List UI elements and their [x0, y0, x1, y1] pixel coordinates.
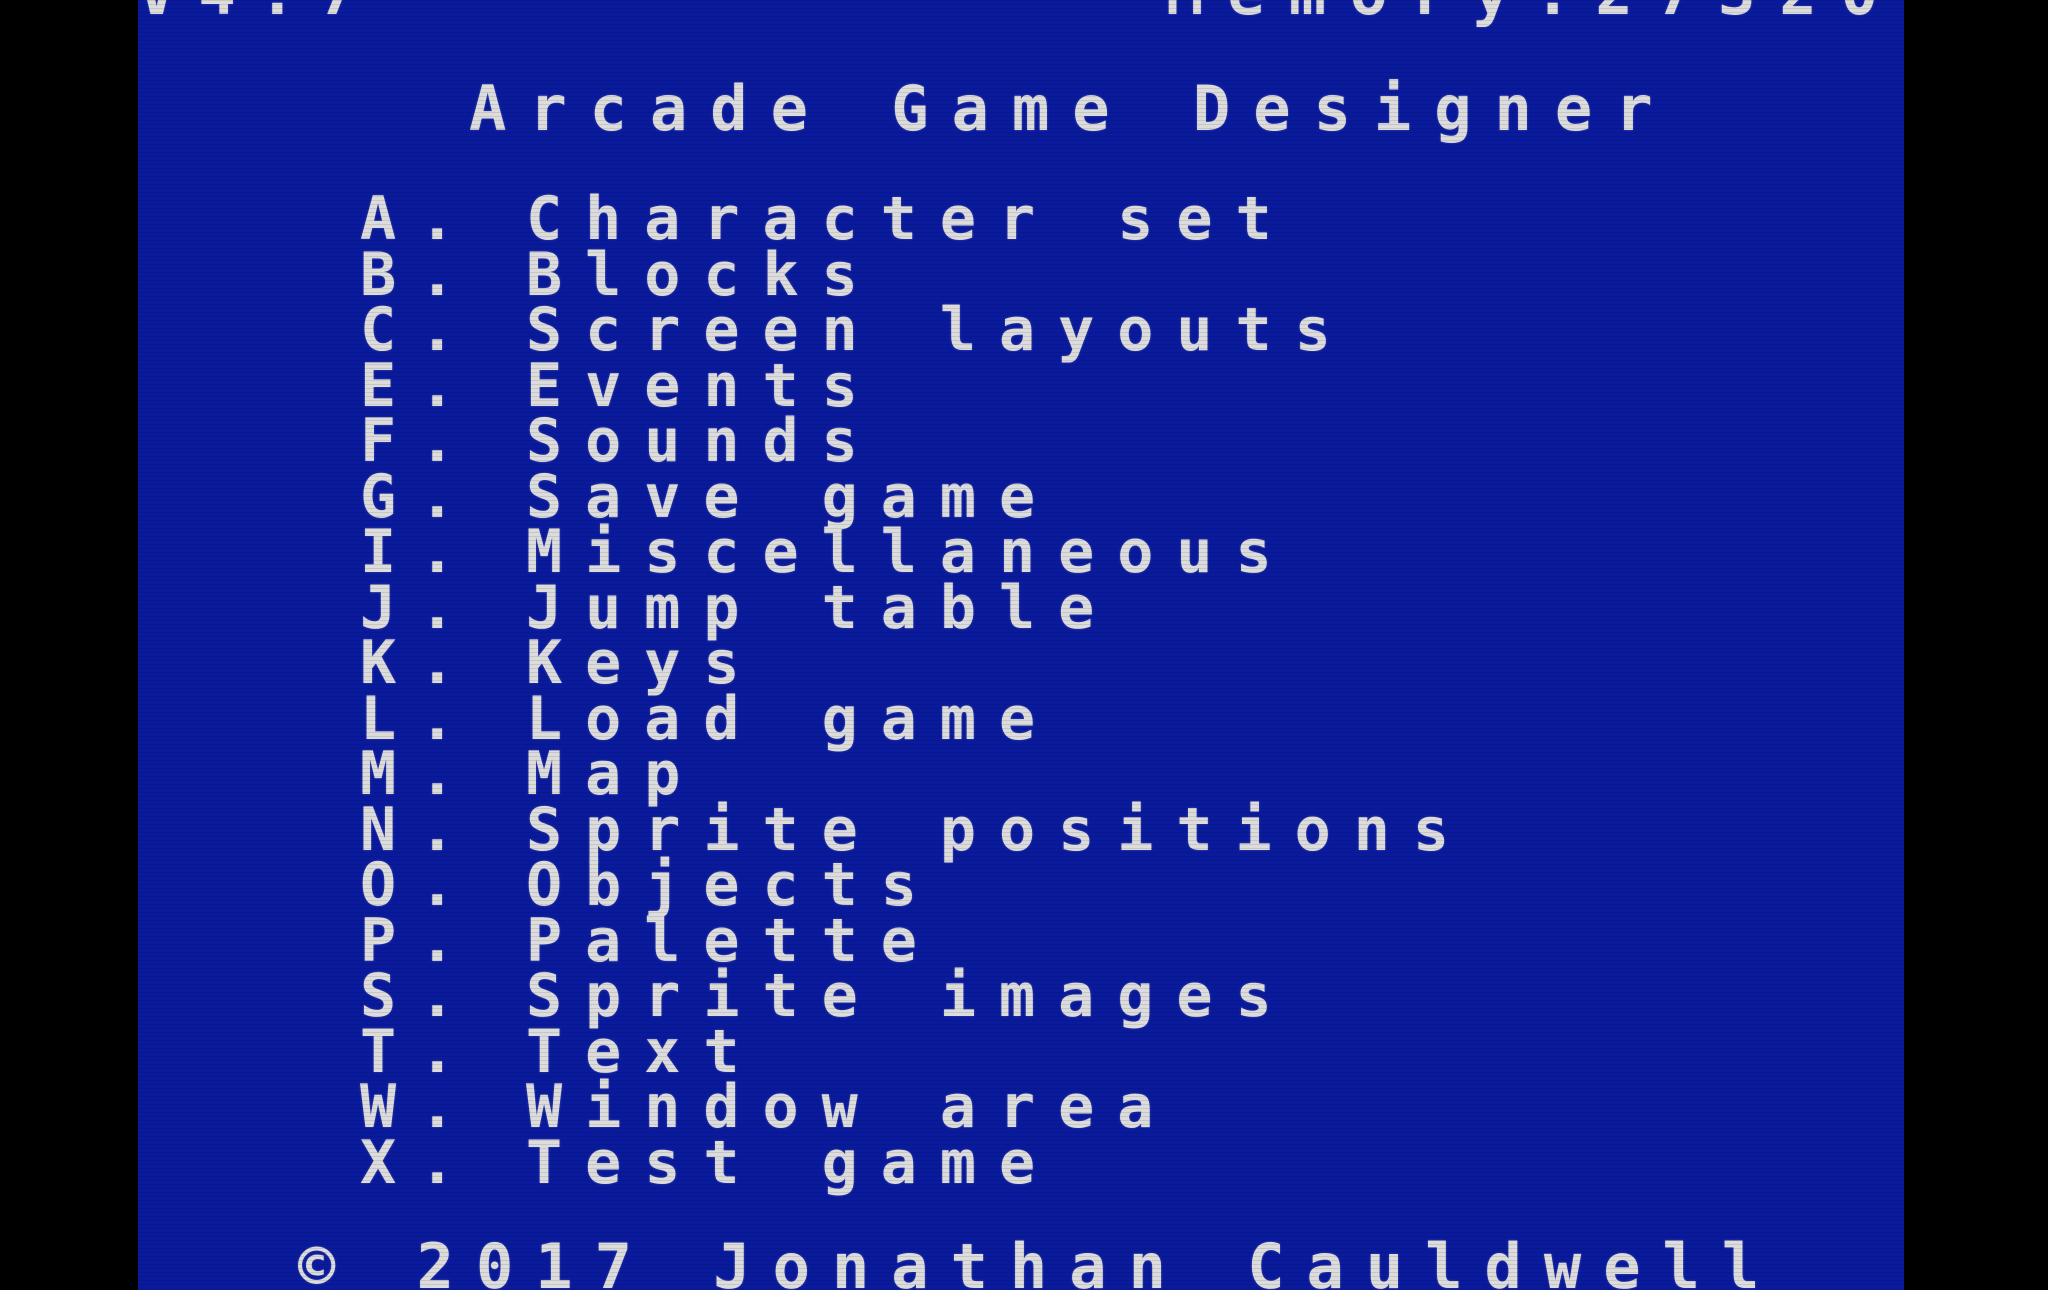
menu-label: Objects [526, 850, 940, 921]
copyright-notice: © 2017 Jonathan Cauldwell [298, 1230, 1782, 1290]
menu-label: Map [526, 739, 704, 810]
memory-readout: Memory:27320 [1166, 0, 1902, 24]
emulator-screen: V4.7 Memory:27320 Arcade Game Designer A… [138, 0, 1904, 1290]
menu-key: A. [360, 184, 479, 255]
menu-key: I. [360, 517, 479, 588]
app-title: Arcade Game Designer [469, 72, 1676, 145]
menu-label: Miscellaneous [526, 517, 1295, 588]
main-menu: A. Character set B. Blocks C. Screen layout… [360, 184, 1472, 1198]
menu-key: X. [360, 1127, 479, 1198]
menu-label: Sprite images [526, 961, 1295, 1032]
menu-key: O. [360, 850, 479, 921]
menu-label: Sounds [526, 406, 881, 477]
menu-label: Character set [526, 184, 1295, 255]
menu-key: S. [360, 961, 479, 1032]
menu-key: W. [360, 1072, 479, 1143]
menu-label: Test game [526, 1127, 1059, 1198]
menu-key: M. [360, 739, 479, 810]
menu-label: Window area [526, 1072, 1177, 1143]
version-label: V4.7 [138, 0, 379, 24]
menu-label: Screen layouts [526, 295, 1354, 366]
menu-label: Keys [526, 628, 763, 699]
menu-key: F. [360, 406, 479, 477]
menu-key: C. [360, 295, 479, 366]
menu-item-test-game[interactable]: X. Test game [360, 1127, 1472, 1198]
menu-key: K. [360, 628, 479, 699]
